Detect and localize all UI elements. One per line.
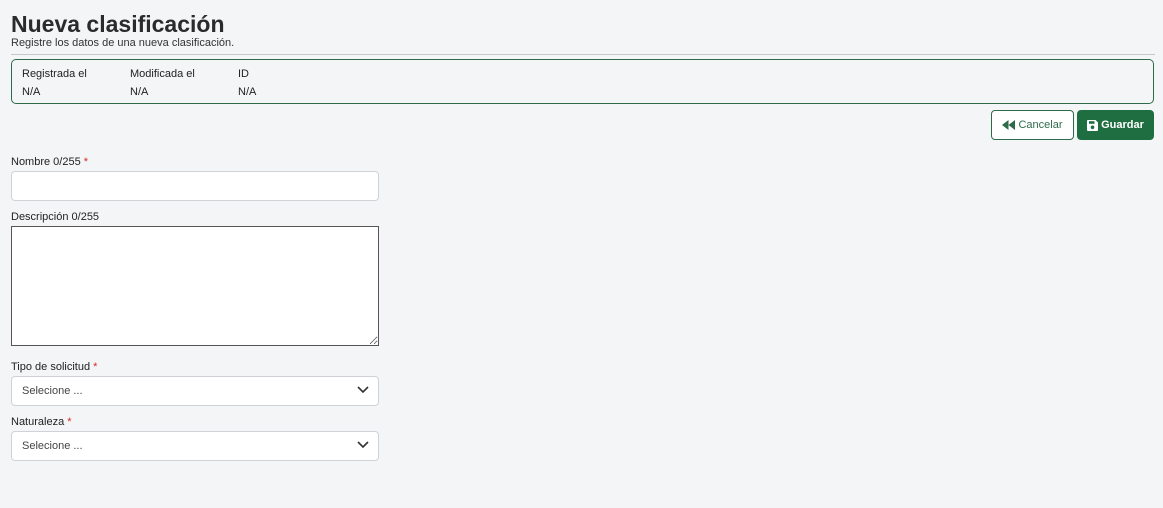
request-type-label-text: Tipo de solicitud [11, 361, 91, 373]
record-info-panel: Registrada el N/A Modificada el N/A ID N… [11, 59, 1154, 104]
nature-field-label: Naturaleza * [11, 416, 71, 428]
registered-value: N/A [22, 86, 41, 98]
registered-info: Registrada el N/A [22, 67, 87, 99]
nature-select[interactable]: Selecione ... [11, 431, 379, 461]
modified-label: Modificada el [130, 68, 195, 80]
modified-value: N/A [130, 86, 149, 98]
required-marker: * [93, 361, 98, 373]
header-divider [11, 54, 1155, 55]
modified-info: Modificada el N/A [130, 67, 195, 99]
id-info: ID N/A [238, 67, 256, 99]
chevron-down-icon [357, 441, 369, 449]
nature-label-text: Naturaleza [11, 416, 65, 428]
page-title: Nueva clasificación [11, 11, 225, 37]
chevron-down-icon [357, 386, 369, 394]
cancel-button[interactable]: Cancelar [991, 110, 1074, 140]
nature-selected-value: Selecione ... [22, 440, 83, 452]
name-input[interactable] [11, 171, 379, 201]
id-label: ID [238, 68, 249, 80]
save-button[interactable]: Guardar [1077, 110, 1154, 140]
required-marker: * [67, 416, 72, 428]
request-type-field-label: Tipo de solicitud * [11, 361, 97, 373]
rewind-icon [1002, 120, 1016, 130]
page-subtitle: Registre los datos de una nueva clasific… [11, 37, 235, 49]
floppy-disk-icon [1087, 119, 1099, 131]
id-value: N/A [238, 86, 257, 98]
registered-label: Registrada el [22, 68, 87, 80]
save-button-label: Guardar [1101, 119, 1144, 131]
cancel-button-label: Cancelar [1018, 119, 1063, 131]
description-textarea[interactable] [11, 226, 379, 346]
name-label-text: Nombre 0/255 [11, 156, 81, 168]
request-type-select[interactable]: Selecione ... [11, 376, 379, 406]
request-type-selected-value: Selecione ... [22, 385, 83, 397]
page-header: Nueva clasificación Registre los datos d… [11, 10, 234, 49]
required-marker: * [83, 156, 88, 168]
name-field-label: Nombre 0/255 * [11, 156, 88, 168]
description-field-label: Descripción 0/255 [11, 211, 100, 223]
